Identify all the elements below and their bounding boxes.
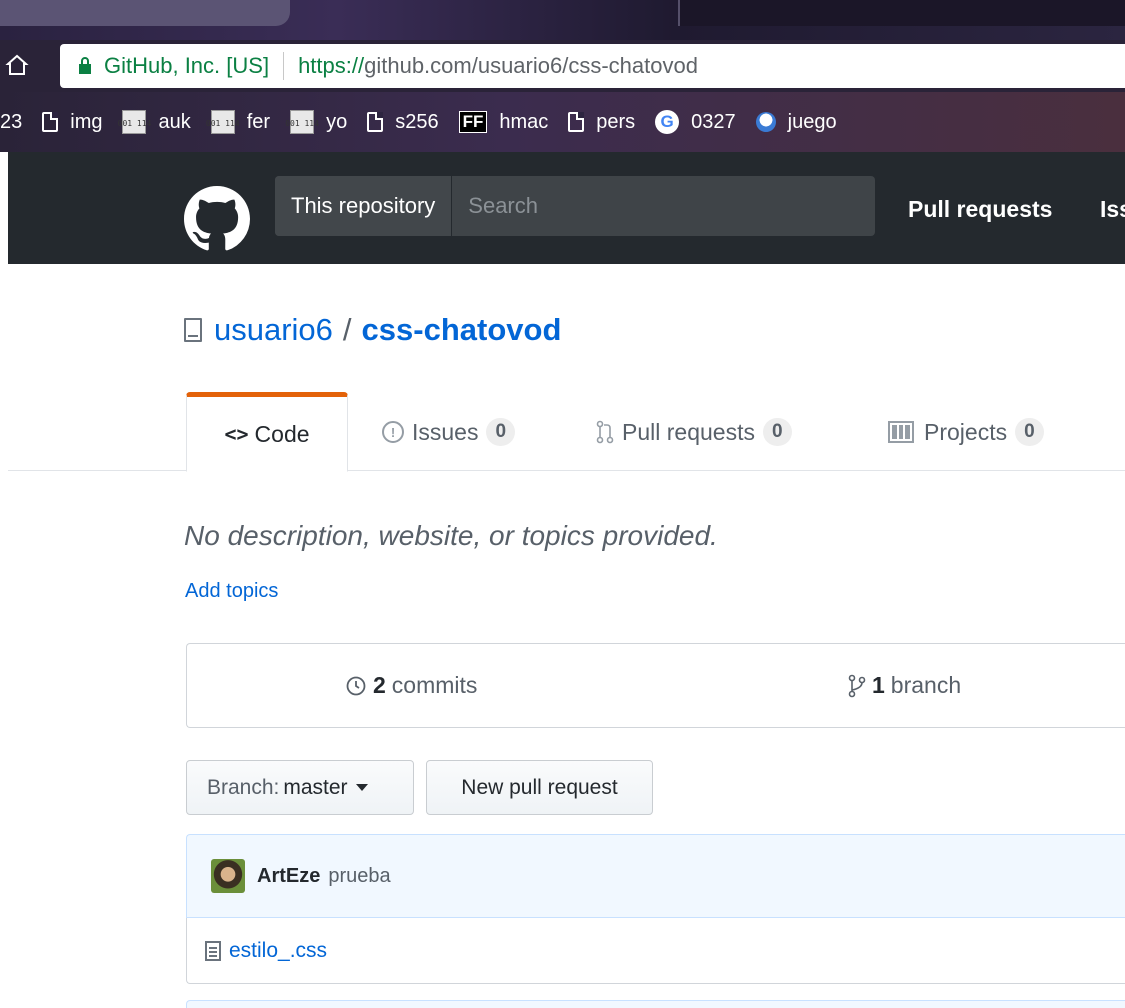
repo-description: No description, website, or topics provi… (184, 520, 718, 551)
code-icon: <> (224, 422, 249, 446)
pulls-counter: 0 (762, 418, 792, 446)
ff-icon: FF (458, 111, 488, 133)
circle-icon (755, 112, 776, 132)
bookmark-yo[interactable]: 001 114 yo (285, 110, 348, 134)
branches-link[interactable]: 1 branch (848, 672, 961, 699)
commits-count: 2 (373, 672, 386, 698)
bookmarks-bar: 23 img 001 114 auk 001 114 fer 001 114 y… (0, 92, 1125, 152)
google-icon: G (655, 110, 680, 134)
file-link[interactable]: estilo_.css (229, 939, 327, 963)
search-box: This repository (275, 176, 875, 236)
bookmark-23[interactable]: 23 (0, 111, 22, 134)
repo-title-separator: / (342, 312, 352, 347)
bookmark-label: fer (246, 110, 271, 133)
omnibox-separator (283, 52, 285, 80)
commits-label: commits (391, 672, 478, 698)
browser-tab-strip (0, 0, 1125, 40)
project-icon (888, 421, 914, 443)
repo-owner-link[interactable]: usuario6 (214, 312, 333, 348)
branch-icon (848, 674, 866, 697)
numbered-icon: 001 114 (285, 110, 319, 134)
lock-icon (79, 57, 91, 74)
commit-message[interactable]: prueba (328, 865, 390, 888)
omnibox[interactable]: GitHub, Inc. [US] https:// github.com/us… (60, 44, 1125, 88)
bookmark-label: s256 (395, 110, 439, 133)
commit-tease: ArtEze prueba (186, 834, 1125, 918)
branches-count: 1 (872, 672, 885, 698)
bookmark-pers[interactable]: pers (568, 111, 635, 134)
doc-icon (367, 112, 384, 132)
repo-icon (184, 318, 202, 342)
bookmark-label: juego (787, 110, 837, 133)
tab-issues[interactable]: ! Issues 0 (382, 392, 516, 472)
github-logo-icon[interactable] (184, 186, 250, 252)
branch-prefix: Branch: (207, 775, 280, 799)
url-scheme: https:// (298, 53, 365, 78)
branch-select-button[interactable]: Branch: master (186, 760, 414, 815)
issue-icon: ! (382, 421, 404, 443)
repo-summary-box (186, 643, 1125, 728)
commits-link[interactable]: 2 commits (345, 672, 477, 699)
avatar[interactable] (211, 859, 245, 893)
search-input[interactable] (452, 176, 875, 236)
tab-code[interactable]: <> Code (186, 392, 348, 472)
site-identity: GitHub, Inc. [US] (104, 53, 270, 78)
doc-icon (568, 112, 585, 132)
tab-projects[interactable]: Projects 0 (888, 392, 1044, 472)
bookmark-0327[interactable]: G 0327 (655, 110, 736, 134)
history-icon (346, 676, 366, 695)
url-text: github.com/usuario6/css-chatovod (364, 53, 698, 78)
bookmark-label: auk (158, 110, 191, 133)
tab-label: Code (254, 420, 310, 447)
bookmark-label: 23 (0, 110, 23, 133)
bookmark-label: 0327 (691, 110, 736, 133)
doc-icon (42, 112, 59, 132)
bookmark-label: hmac (499, 110, 549, 133)
file-text-icon (205, 940, 221, 961)
caret-down-icon (355, 784, 368, 791)
bookmark-hmac[interactable]: FF hmac (458, 110, 549, 134)
branch-name: master (283, 775, 348, 799)
bookmark-label: img (70, 110, 103, 133)
readme-box (186, 1000, 1125, 1008)
bookmark-juego[interactable]: juego (755, 110, 837, 134)
browser-tab[interactable] (0, 0, 290, 26)
bookmark-label: pers (596, 110, 636, 133)
bookmark-label: yo (326, 110, 348, 133)
tab-label: Pull requests (622, 418, 755, 445)
numbered-icon: 001 114 (118, 110, 151, 134)
repo-title: usuario6 / css-chatovod (184, 312, 561, 348)
home-button[interactable] (4, 52, 30, 78)
new-pull-request-button[interactable]: New pull request (426, 760, 653, 815)
pull-request-icon (596, 420, 614, 444)
tab-pull-requests[interactable]: Pull requests 0 (596, 392, 792, 472)
bookmark-s256[interactable]: s256 (367, 110, 439, 134)
search-scope-label[interactable]: This repository (275, 176, 453, 236)
home-icon (5, 54, 29, 75)
issues-counter: 0 (486, 418, 516, 446)
repo-name-link[interactable]: css-chatovod (362, 312, 562, 348)
add-topics-link[interactable]: Add topics (185, 580, 278, 603)
commit-author[interactable]: ArtEze (257, 865, 320, 888)
file-row: estilo_.css (186, 918, 1125, 984)
numbered-icon: 001 114 (206, 110, 240, 134)
branches-label: branch (890, 672, 962, 698)
tab-label: Issues (412, 418, 479, 445)
tab-label: Projects (924, 418, 1008, 445)
bookmark-img[interactable]: img (42, 111, 102, 134)
projects-counter: 0 (1015, 418, 1044, 446)
nav-pull-requests[interactable]: Pull requests (908, 196, 1052, 223)
bookmark-fer[interactable]: 001 114 fer (206, 110, 271, 134)
nav-issues[interactable]: Issues (1100, 196, 1125, 223)
browser-tab-inactive[interactable] (678, 0, 1125, 26)
bookmark-auk[interactable]: 001 114 auk (118, 110, 191, 134)
